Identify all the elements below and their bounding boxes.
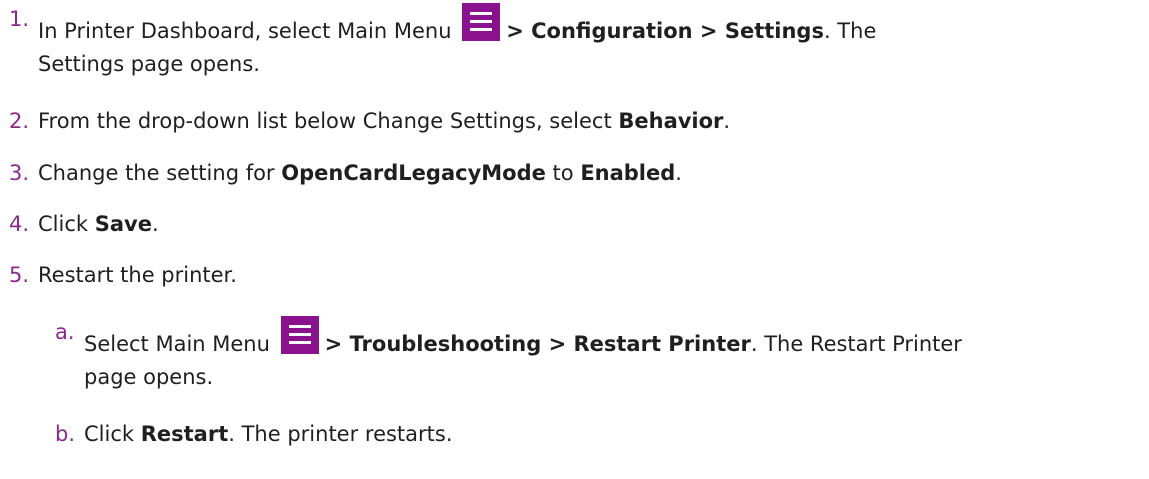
step-number: 1. xyxy=(9,7,30,31)
hamburger-menu-icon xyxy=(462,3,501,41)
step-text: Change the setting for OpenCardLegacyMod… xyxy=(38,161,682,185)
hamburger-menu-icon xyxy=(280,316,319,354)
step-text: In Printer Dashboard, select Main Menu >… xyxy=(38,3,1128,81)
step-text: Restart the printer. xyxy=(38,263,237,287)
step-number: 4. xyxy=(9,212,30,236)
substep-text: Click Restart. The printer restarts. xyxy=(84,422,453,446)
substep-letter: a. xyxy=(55,320,75,344)
step-text: From the drop-down list below Change Set… xyxy=(38,109,731,133)
substep-letter: b. xyxy=(55,422,76,446)
substep-text: Select Main Menu > Troubleshooting > Res… xyxy=(84,316,1134,394)
step-text: Click Save. xyxy=(38,212,159,236)
step-number: 3. xyxy=(9,161,30,185)
step-number: 5. xyxy=(9,263,30,287)
step-number: 2. xyxy=(9,109,30,133)
